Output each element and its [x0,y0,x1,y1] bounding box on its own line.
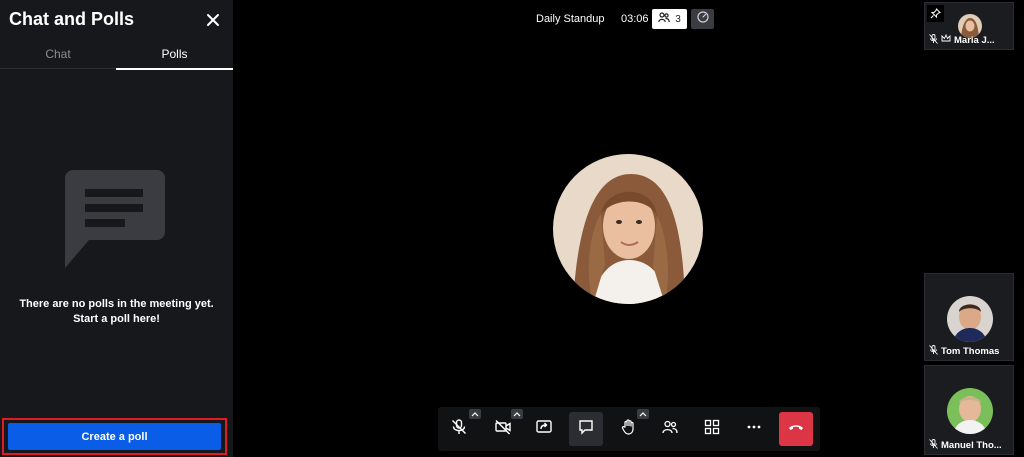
empty-state-line1: There are no polls in the meeting yet. [19,298,214,310]
raise-hand-icon [620,418,638,441]
gauge-icon [696,10,709,28]
panel-title: Chat and Polls [9,9,135,29]
create-poll-button[interactable]: Create a poll [8,423,221,450]
close-icon[interactable] [204,11,222,29]
empty-state-text: There are no polls in the meeting yet. S… [0,297,233,327]
participant-name-row: Tom Thomas [929,344,1011,358]
participant-count: 3 [675,13,681,25]
chat-polls-panel: Chat and Polls Chat Polls There are no p… [0,0,233,457]
participant-tile-2[interactable]: Tom Thomas [924,273,1014,361]
active-speaker-avatar [553,154,703,304]
microphone-muted-icon [450,418,468,441]
participant-name: Tom Thomas [941,345,1000,357]
tab-chat[interactable]: Chat [0,42,116,69]
tile-view-icon [703,418,721,441]
pin-icon[interactable] [927,5,944,22]
audio-settings-caret[interactable] [469,409,481,419]
empty-state-line2: Start a poll here! [73,313,160,325]
video-settings-caret[interactable] [511,409,523,419]
participant-tile-1[interactable]: Maria J... [924,2,1014,50]
mic-off-icon [929,438,938,452]
toggle-chat-button[interactable] [569,412,603,446]
participant-name: Maria J... [954,34,995,46]
participants-icon [661,418,679,441]
share-screen-button[interactable] [527,412,561,446]
poll-empty-icon [65,170,165,268]
participant-tile-3[interactable]: Manuel Tho... [924,365,1014,455]
connection-speed-button[interactable] [691,9,714,29]
meeting-timer: 03:06 [621,13,649,25]
participant-name: Manuel Tho... [941,439,1002,451]
meeting-toolbar [438,407,820,451]
hangup-icon [787,418,805,441]
leave-meeting-button[interactable] [779,412,813,446]
panel-tabs: Chat Polls [0,42,233,70]
reactions-caret[interactable] [637,409,649,419]
participant-avatar [947,296,993,342]
meeting-name: Daily Standup [536,13,605,25]
participant-name-row: Manuel Tho... [929,438,1011,452]
create-poll-highlight: Create a poll [2,418,227,455]
participants-icon [658,12,671,26]
chat-icon [577,418,595,441]
more-actions-button[interactable] [737,412,771,446]
share-screen-icon [535,418,553,441]
moderator-crown-icon [941,33,951,46]
participant-avatar [947,388,993,434]
participant-name-row: Maria J... [929,33,1011,47]
camera-off-icon [494,418,512,441]
tile-view-button[interactable] [695,412,729,446]
more-icon [745,418,763,441]
participants-pane-button[interactable] [653,412,687,446]
mic-off-icon [929,344,938,358]
participant-count-button[interactable]: 3 [652,9,687,29]
tab-polls[interactable]: Polls [116,42,233,70]
mic-off-icon [929,33,938,47]
